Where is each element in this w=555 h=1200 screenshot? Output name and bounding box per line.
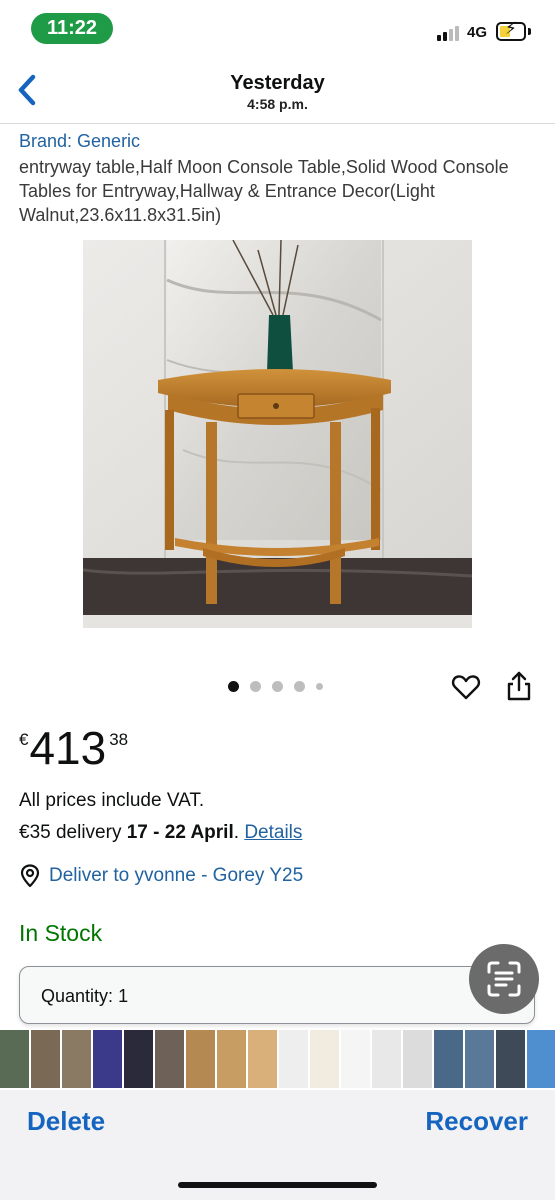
photo-thumbnail[interactable] [124, 1030, 153, 1088]
delivery-dates: 17 - 22 April [126, 822, 234, 843]
price-whole: 413 [29, 722, 107, 774]
charging-bolt-icon: ⚡ [505, 19, 517, 38]
status-bar: 11:22 4G ⚡ [0, 0, 555, 56]
photo-thumbnail[interactable] [496, 1030, 525, 1088]
quantity-label: Quantity: 1 [41, 986, 129, 1006]
deliver-to-location[interactable]: Deliver to yvonne - Gorey Y25 [19, 864, 303, 888]
text-scan-icon [487, 961, 521, 997]
deliver-to-text: Deliver to yvonne - Gorey Y25 [49, 865, 304, 886]
cellular-signal-icon [437, 26, 459, 41]
photo-thumbnail[interactable] [62, 1030, 91, 1088]
network-type: 4G [467, 24, 488, 41]
favorite-button[interactable] [451, 672, 481, 702]
photo-thumbnail[interactable] [248, 1030, 277, 1088]
bottom-toolbar: Delete Recover [0, 1090, 555, 1200]
console-table-photo [83, 240, 472, 628]
heart-outline-icon [451, 675, 481, 700]
location-pin-icon [20, 864, 40, 888]
quantity-value: 1 [118, 986, 129, 1006]
share-button[interactable] [505, 670, 533, 702]
page-subtitle: 4:58 p.m. [247, 96, 308, 112]
delivery-info: €35 delivery 17 - 22 April. Details [19, 822, 302, 844]
delivery-cost: €35 delivery [19, 822, 127, 843]
photo-thumbnail[interactable] [341, 1030, 370, 1088]
product-title: entryway table,Half Moon Console Table,S… [19, 157, 509, 225]
vat-note: All prices include VAT. [19, 790, 205, 811]
page-title: Yesterday [230, 72, 325, 94]
delete-button[interactable]: Delete [27, 1106, 105, 1137]
carousel-dot[interactable] [272, 681, 283, 692]
share-icon [507, 671, 531, 701]
photo-thumbnail[interactable] [372, 1030, 401, 1088]
carousel-dot[interactable] [250, 681, 261, 692]
carousel-dot[interactable] [294, 681, 305, 692]
quantity-selector[interactable]: Quantity: 1 [19, 966, 535, 1024]
photo-thumbnail[interactable] [403, 1030, 432, 1088]
photo-thumbnail[interactable] [0, 1030, 29, 1088]
photo-thumbnail[interactable] [186, 1030, 215, 1088]
photo-thumbnail[interactable] [93, 1030, 122, 1088]
photo-thumbnail[interactable] [310, 1030, 339, 1088]
price-fraction: 38 [109, 730, 129, 749]
photo-thumbnail[interactable] [155, 1030, 184, 1088]
carousel-dot[interactable] [316, 683, 323, 690]
photo-thumbnail[interactable] [434, 1030, 463, 1088]
photo-thumbnail[interactable] [217, 1030, 246, 1088]
carousel-dot[interactable] [228, 681, 239, 692]
photo-thumbnail[interactable] [31, 1030, 60, 1088]
photo-thumbnail-strip[interactable] [0, 1030, 555, 1088]
delivery-details-link[interactable]: Details [244, 822, 302, 843]
text-scan-button[interactable] [469, 944, 539, 1014]
photo-thumbnail[interactable] [465, 1030, 494, 1088]
recover-button[interactable]: Recover [425, 1106, 528, 1137]
status-time: 11:22 [31, 13, 113, 44]
image-carousel-dots[interactable] [228, 681, 323, 692]
product-image[interactable] [83, 240, 472, 628]
photo-thumbnail[interactable] [279, 1030, 308, 1088]
brand-link[interactable]: Brand: Generic [19, 131, 140, 152]
photo-thumbnail[interactable] [527, 1030, 555, 1088]
price: € 413 38 [19, 722, 128, 774]
home-indicator[interactable] [178, 1182, 377, 1188]
nav-header: Yesterday 4:58 p.m. [0, 60, 555, 124]
delivery-suffix: . [233, 822, 245, 843]
stock-status: In Stock [19, 920, 103, 946]
price-currency: € [19, 730, 29, 749]
